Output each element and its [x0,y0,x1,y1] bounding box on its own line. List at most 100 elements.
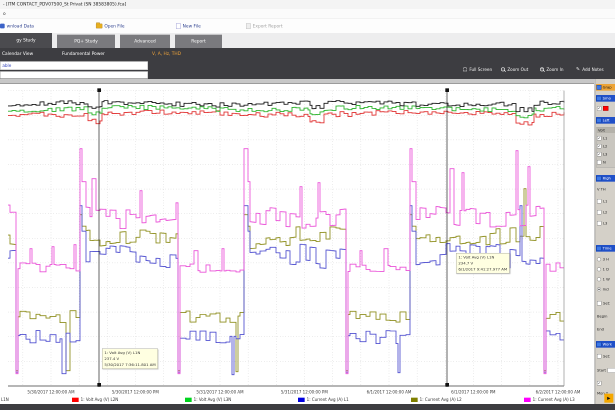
radio-1d[interactable]: 1 D [597,267,609,271]
radio-3h[interactable]: 3 H [597,257,609,261]
checkbox-checked-icon[interactable] [597,152,601,156]
checkbox-checked-icon[interactable] [597,106,601,110]
zoom-in-button[interactable]: + Zoom In [540,64,564,75]
checkbox-icon[interactable] [597,221,601,225]
download-data-button[interactable]: wnload Data [0,19,34,33]
panel-header-right-axis[interactable]: Righ [596,175,615,182]
tab-report[interactable]: Report [175,35,222,48]
download-data-label: wnload Data [7,23,34,28]
add-notes-label: Add Notes [582,67,603,72]
legend-item: 1: Current Avg (A) L2 [411,397,462,402]
legend-swatch [298,397,305,401]
study-tabs: gy Study PQ+ Study Advanced Report [0,33,615,48]
radio-icon[interactable] [597,257,601,261]
cursor-2-top-handle[interactable] [445,88,449,92]
zoom-out-icon: - [501,67,505,71]
new-file-label: New File [183,23,201,28]
radio-include[interactable]: Incl [597,287,609,291]
open-file-button[interactable]: Open File [96,19,125,33]
checkbox-icon[interactable] [597,199,601,203]
chart-toolbar-row: able Full Screen - Zoom Out + Zoom In ✎ … [0,60,615,79]
x-axis-label: 6/1/2017 12:00:00 PM [451,390,495,395]
cursor-1-tooltip: 1: Volt Avg (V) L1N 237.4 V 5/30/2017 7:… [102,349,158,369]
add-notes-button[interactable]: ✎ Add Notes [576,64,604,75]
checkbox-icon[interactable] [597,160,601,164]
right-l2-row[interactable]: L2 [597,210,607,214]
time-set-row[interactable]: Set: [597,301,610,305]
checkbox-checked-icon[interactable] [597,381,601,385]
legend-label: L1N [1,397,9,402]
window-title: - [ITM CONTACT_PDV07500_St Privat (SN 38… [0,0,615,9]
legend-label: 1: Current Avg (A) L2 [420,397,462,402]
export-report-label: Export Report [253,23,283,28]
left-l1-row[interactable]: L1 [597,136,607,140]
bottom-status-bar [0,404,615,410]
weekday-check-row[interactable] [597,381,601,385]
download-icon [0,24,5,29]
menu-bar[interactable]: o [0,9,615,19]
tab-pq-study[interactable]: PQ+ Study [57,35,115,48]
start-time-input[interactable] [608,368,615,373]
tab-energy-study[interactable]: gy Study [0,33,52,48]
left-l2-row[interactable]: L2 [597,144,607,148]
checkbox-checked-icon[interactable] [597,136,601,140]
legend-scroll-button[interactable]: ▶ [604,394,613,403]
panel-header-smooth[interactable]: Smo [596,95,615,102]
volt-subheader: Volt [597,127,615,133]
vthd-label: V TH [597,187,606,191]
radio-icon[interactable] [597,277,601,281]
cursor-line-2[interactable] [447,90,448,387]
panel-header-working-hours[interactable]: Work [596,341,615,348]
panel-icon [597,85,602,90]
checkbox-icon[interactable] [597,210,601,214]
legend-label: 1: Current Avg (A) L1 [307,397,349,402]
legend-swatch [411,397,418,401]
series-combobox[interactable]: able [0,61,148,70]
new-file-button[interactable]: New File [176,19,201,33]
panel-header-time[interactable]: Time [596,245,615,252]
legend-label: 1: Volt Avg (V) L2N [81,397,119,402]
trend-chart-area[interactable]: 1: Volt Avg (V) L1N 237.4 V 5/30/2017 7:… [0,83,594,405]
legend-item: 1: Volt Avg (V) L3N [185,397,231,402]
secondary-combobox[interactable] [0,71,148,78]
work-set-row[interactable]: Set: [597,354,610,358]
checkbox-icon[interactable] [597,354,601,358]
red-color-swatch[interactable] [603,106,608,111]
trend-chart [0,84,594,405]
right-l3-row[interactable]: L3 [597,221,607,225]
ribbon-v-a-hz-thd[interactable]: V, A, Hz, THD [152,48,181,60]
checkbox-icon[interactable] [597,301,601,305]
open-file-label: Open File [104,23,124,28]
settings-panel: Grap Smo Left Volt L1 L2 L3 N Righ V TH … [595,79,615,410]
ribbon-calendar-view[interactable]: Calendar View [2,48,33,60]
tab-advanced[interactable]: Advanced [120,35,170,48]
folder-icon [96,24,102,29]
x-axis-label: 5/30/2017 12:00:00 PM [112,390,159,395]
zoom-out-button[interactable]: - Zoom Out [501,64,528,75]
cursor-2-bottom-handle[interactable] [445,383,449,387]
checkbox-checked-icon[interactable] [597,144,601,148]
start-row[interactable]: Start [597,368,615,373]
export-report-icon [246,23,251,29]
cursor-1-bottom-handle[interactable] [97,383,101,387]
ribbon-fundamental-power[interactable]: Fundamental Power [62,48,105,60]
cursor-1-top-handle[interactable] [97,88,101,92]
radio-1w[interactable]: 1 W [597,277,610,281]
series-color-row[interactable] [597,106,608,111]
legend-item: 1: Current Avg (A) L1 [298,397,349,402]
full-screen-button[interactable]: Full Screen [463,64,492,75]
tooltip-time: 5/30/2017 7:36:11.801 AM [104,362,155,368]
left-n-row[interactable]: N [597,160,606,164]
cursor-2-tooltip: 1: Volt Avg (V) L1N 234.7 V 6/1/2017 9:4… [456,253,510,273]
panel-icon [597,176,602,181]
radio-selected-icon[interactable] [597,287,601,291]
cursor-line-1[interactable] [99,90,100,387]
zoom-in-label: Zoom In [546,67,563,72]
panel-header-graph[interactable]: Grap [596,84,615,91]
left-l3-row[interactable]: L3 [597,152,607,156]
radio-icon[interactable] [597,267,601,271]
panel-header-left-axis[interactable]: Left [596,117,615,124]
legend-item: 1: Current Avg (A) L3 [524,397,575,402]
right-l1-row[interactable]: L1 [597,199,607,203]
x-axis-label: 5/31/2017 12:00:00 PM [281,390,328,395]
